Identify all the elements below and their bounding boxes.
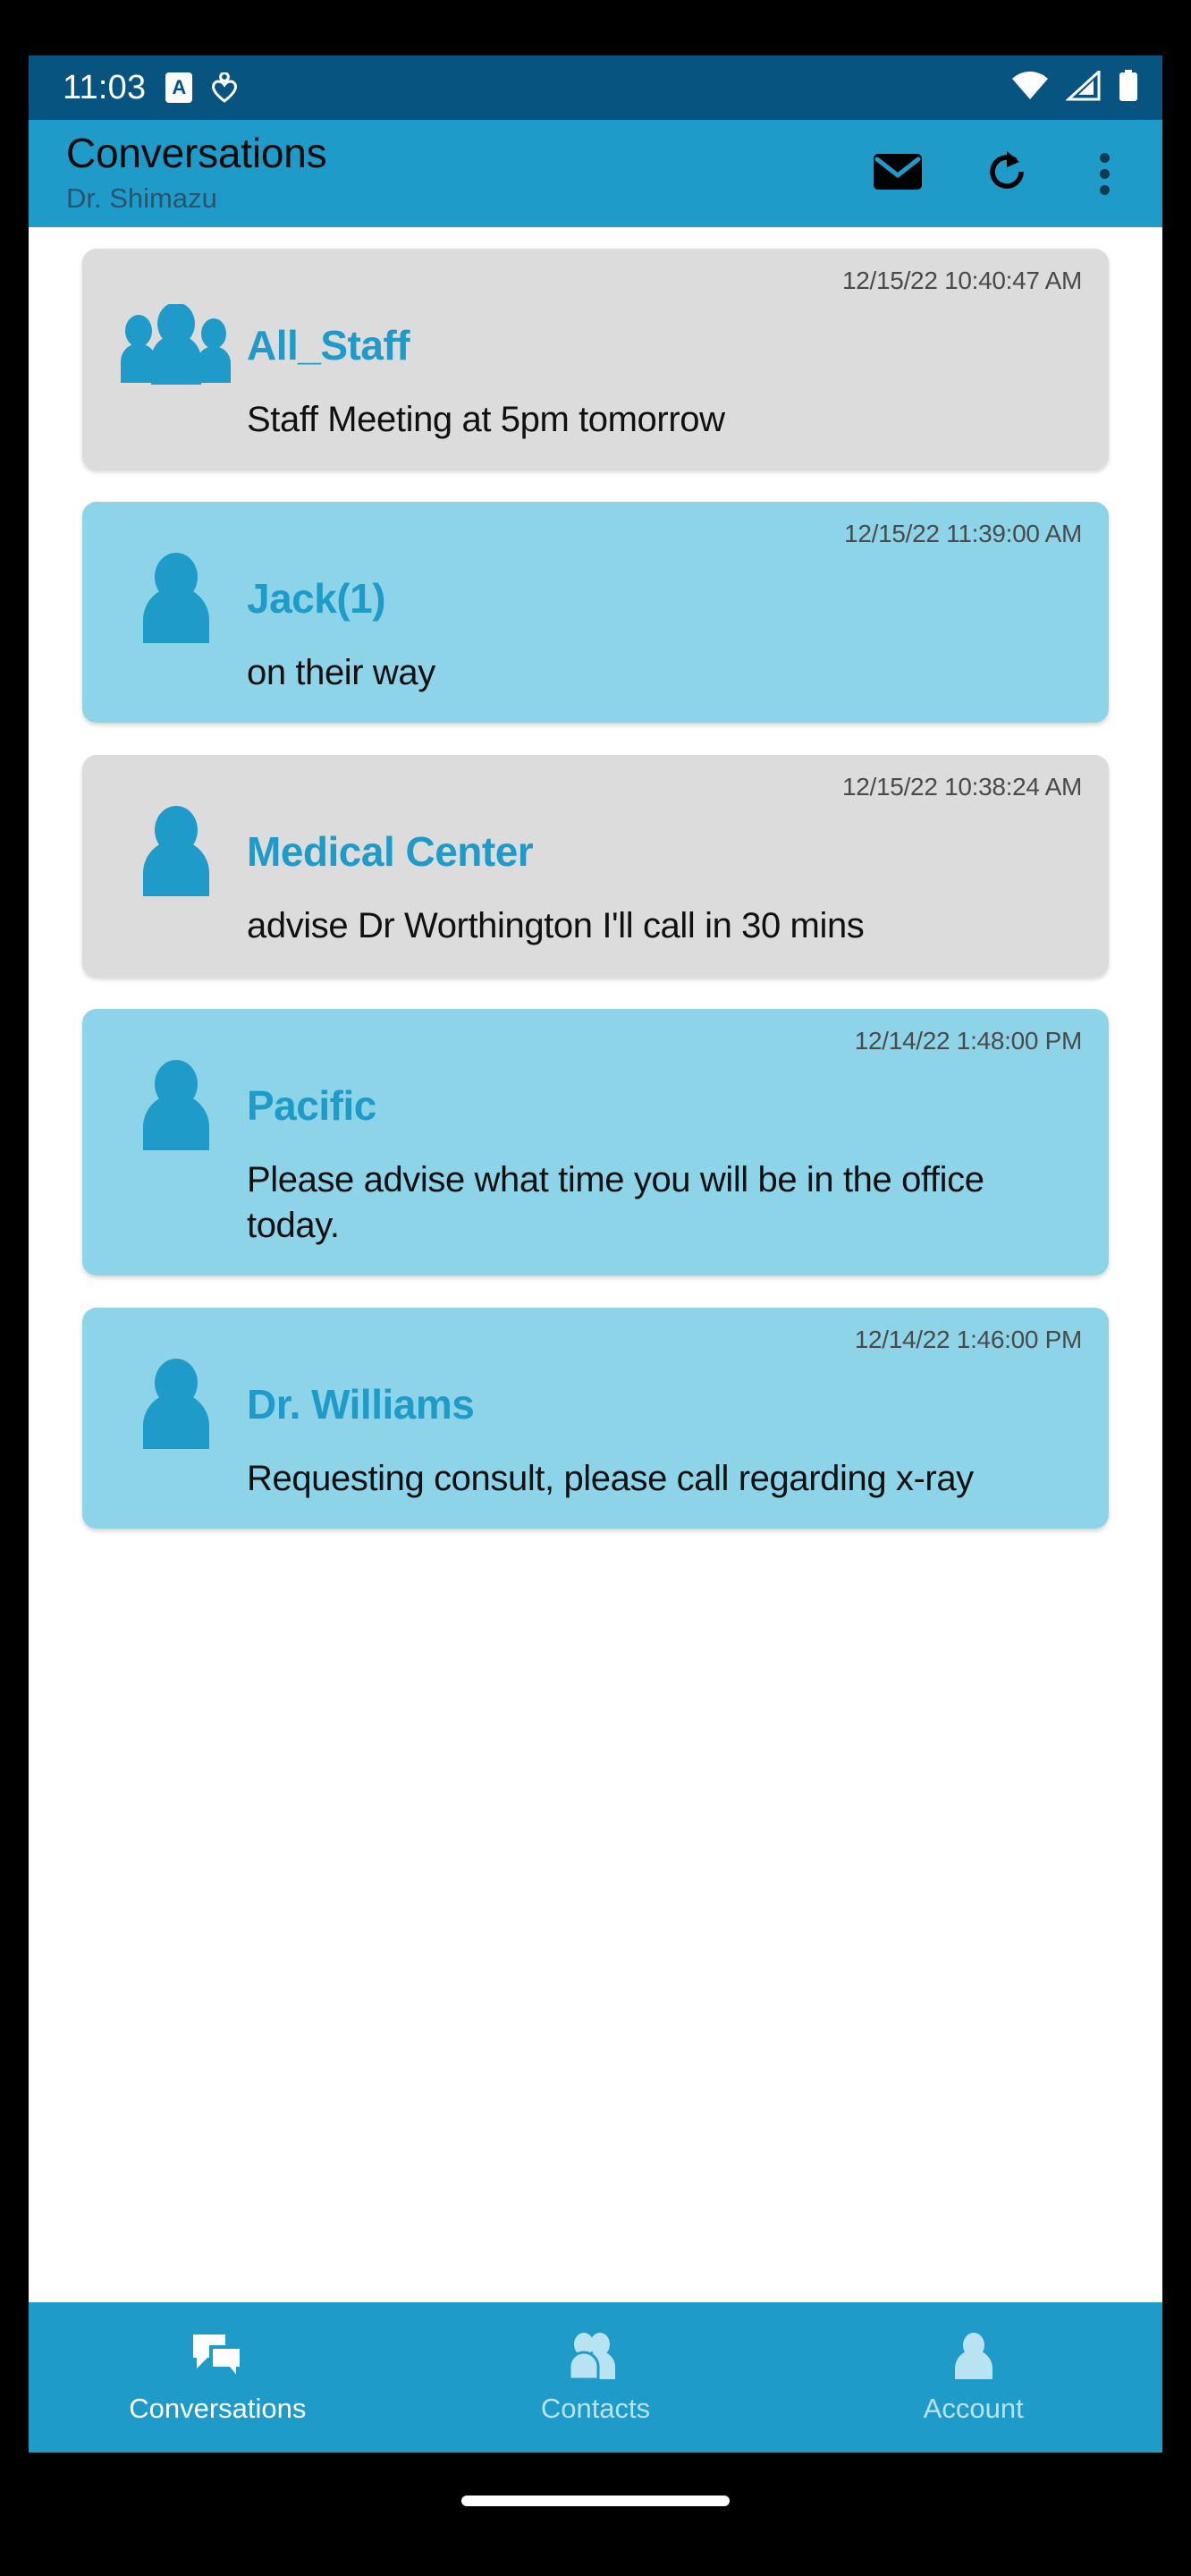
heart-icon	[212, 72, 238, 103]
person-icon	[109, 1358, 243, 1451]
conversation-header: Dr. Williams	[109, 1358, 1082, 1451]
phone-screen: 11:03 A Conversations Dr. Shimazu 12/15/…	[29, 55, 1162, 2453]
conversation-name: Pacific	[247, 1081, 376, 1129]
conversation-item[interactable]: 12/15/22 10:40:47 AM All_Staff Staff Mee…	[82, 249, 1109, 470]
conversation-message: on their way	[247, 653, 435, 693]
account-person-icon	[950, 2333, 997, 2385]
more-vertical-icon-dot	[1099, 168, 1110, 179]
conversation-timestamp: 12/15/22 11:39:00 AM	[844, 520, 1082, 548]
conversation-item[interactable]: 12/14/22 1:48:00 PM Pacific Please advis…	[82, 1008, 1109, 1275]
status-bar: 11:03 A	[29, 55, 1162, 120]
app-badge-icon: A	[165, 72, 193, 103]
compose-mail-button[interactable]	[873, 148, 923, 199]
conversation-item[interactable]: 12/15/22 10:38:24 AM Medical Center advi…	[82, 755, 1109, 977]
conversation-name: All_Staff	[247, 322, 410, 369]
conversation-message: Please advise what time you will be in t…	[247, 1159, 984, 1245]
nav-label-conversations: Conversations	[129, 2393, 307, 2424]
mail-icon	[873, 152, 923, 196]
refresh-button[interactable]	[982, 148, 1032, 199]
conversation-item[interactable]: 12/15/22 11:39:00 AM Jack(1) on their wa…	[82, 502, 1109, 724]
nav-item-conversations[interactable]: Conversations	[29, 2302, 407, 2453]
conversation-list[interactable]: 12/15/22 10:40:47 AM All_Staff Staff Mee…	[29, 227, 1162, 2238]
nav-label-account: Account	[923, 2393, 1024, 2424]
status-bar-left: 11:03 A	[63, 69, 1010, 107]
conversation-name: Medical Center	[247, 828, 534, 876]
chat-bubble-icon	[191, 2333, 244, 2385]
app-bar: Conversations Dr. Shimazu	[29, 120, 1162, 227]
conversation-timestamp: 12/15/22 10:40:47 AM	[842, 267, 1082, 294]
conversation-message: advise Dr Worthington I'll call in 30 mi…	[247, 906, 865, 946]
refresh-icon	[984, 148, 1030, 199]
nav-item-contacts[interactable]: Contacts	[407, 2302, 785, 2453]
group-icon	[109, 304, 243, 386]
conversation-header: Medical Center	[109, 805, 1082, 898]
nav-item-account[interactable]: Account	[784, 2302, 1162, 2453]
conversation-header: Jack(1)	[109, 552, 1082, 645]
conversation-message: Requesting consult, please call regardin…	[247, 1458, 974, 1498]
person-icon	[109, 1059, 243, 1152]
conversation-name: Jack(1)	[247, 575, 386, 623]
conversation-timestamp: 12/14/22 1:48:00 PM	[854, 1026, 1083, 1055]
page-title: Conversations	[66, 129, 327, 176]
contacts-icon	[568, 2333, 623, 2385]
page-subtitle: Dr. Shimazu	[66, 182, 217, 214]
conversation-name: Dr. Williams	[247, 1380, 475, 1428]
more-vertical-icon-dot	[1099, 184, 1110, 195]
bottom-navigation-bar: Conversations Contacts Account	[29, 2302, 1162, 2453]
battery-icon	[1118, 69, 1139, 106]
cellular-signal-icon	[1065, 68, 1102, 106]
nav-label-contacts: Contacts	[540, 2393, 651, 2424]
conversation-item[interactable]: 12/14/22 1:46:00 PM Dr. Williams Request…	[82, 1307, 1109, 1530]
conversation-timestamp: 12/15/22 10:38:24 AM	[842, 773, 1082, 801]
status-bar-right	[1010, 68, 1139, 106]
phone-frame: 11:03 A Conversations Dr. Shimazu 12/15/…	[0, 0, 1191, 2576]
person-icon	[109, 552, 243, 645]
conversation-header: All_Staff	[109, 299, 1082, 392]
more-vertical-icon-dot	[1099, 152, 1110, 163]
conversation-timestamp: 12/14/22 1:46:00 PM	[854, 1325, 1083, 1353]
wifi-icon	[1010, 71, 1050, 106]
person-icon	[109, 805, 243, 898]
conversation-header: Pacific	[109, 1059, 1082, 1152]
app-bar-actions	[873, 148, 1136, 199]
overflow-menu-button[interactable]	[1091, 148, 1118, 199]
conversation-message: Staff Meeting at 5pm tomorrow	[247, 400, 725, 439]
app-bar-titles: Conversations Dr. Shimazu	[66, 132, 873, 216]
gesture-home-indicator[interactable]	[461, 2496, 730, 2506]
status-bar-clock: 11:03	[63, 68, 147, 106]
